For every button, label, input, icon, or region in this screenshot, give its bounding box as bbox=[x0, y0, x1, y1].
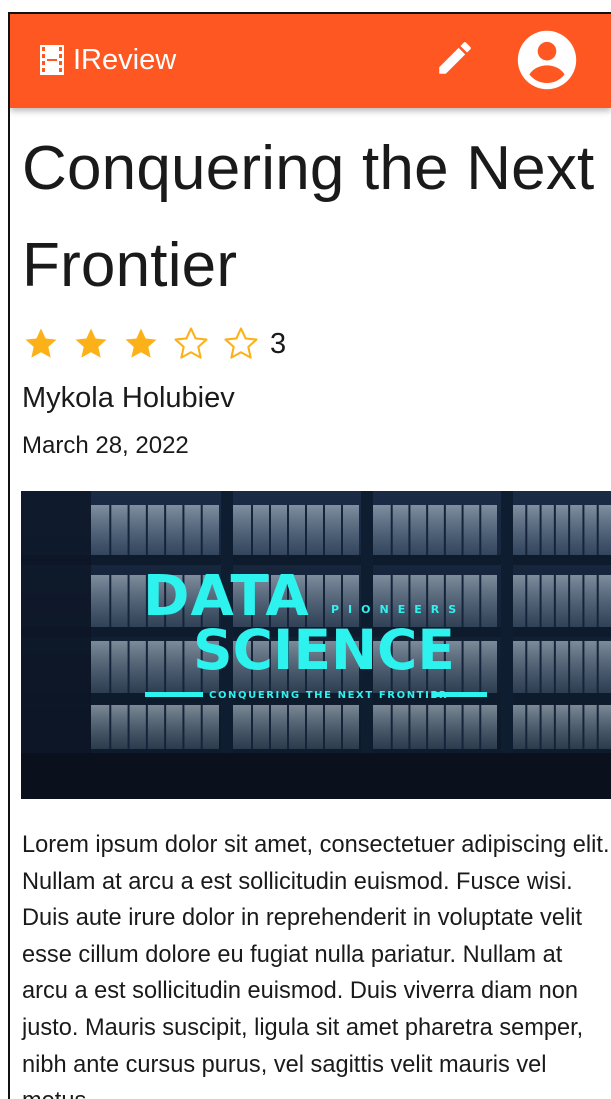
star-outline-icon bbox=[224, 327, 258, 359]
account-button[interactable] bbox=[516, 29, 578, 96]
app-name: IReview bbox=[73, 43, 177, 76]
edit-button[interactable] bbox=[433, 38, 477, 82]
account-circle-icon bbox=[516, 29, 578, 96]
author-name: Mykola Holubiev bbox=[22, 382, 235, 414]
star-filled-icon bbox=[125, 328, 157, 358]
publish-date: March 28, 2022 bbox=[22, 432, 189, 459]
hero-image: DATA PIONEERS SCIENCE CONQUERING THE NEX… bbox=[21, 491, 611, 799]
article-body: Lorem ipsum dolor sit amet, consectetuer… bbox=[22, 832, 610, 1099]
star-filled-icon bbox=[75, 328, 107, 358]
hero-text-tag: PIONEERS bbox=[331, 603, 465, 616]
star-outline-icon bbox=[174, 327, 208, 359]
brand-link[interactable]: IReview bbox=[40, 40, 176, 80]
star-rating: 3 bbox=[22, 319, 286, 369]
app-bar: IReview bbox=[10, 14, 611, 108]
star-filled-icon bbox=[25, 328, 57, 358]
star-list bbox=[22, 324, 272, 364]
pencil-icon bbox=[434, 37, 476, 84]
article-title: Conquering the Next Frontier bbox=[22, 134, 595, 300]
app-frame: IReview Conquering the Next Frontier 3 M bbox=[8, 12, 611, 1099]
hero-text-science: SCIENCE bbox=[193, 618, 455, 682]
film-icon bbox=[40, 45, 64, 75]
hero-text-subtitle: CONQUERING THE NEXT FRONTIER bbox=[209, 690, 448, 701]
rating-value: 3 bbox=[270, 327, 287, 360]
